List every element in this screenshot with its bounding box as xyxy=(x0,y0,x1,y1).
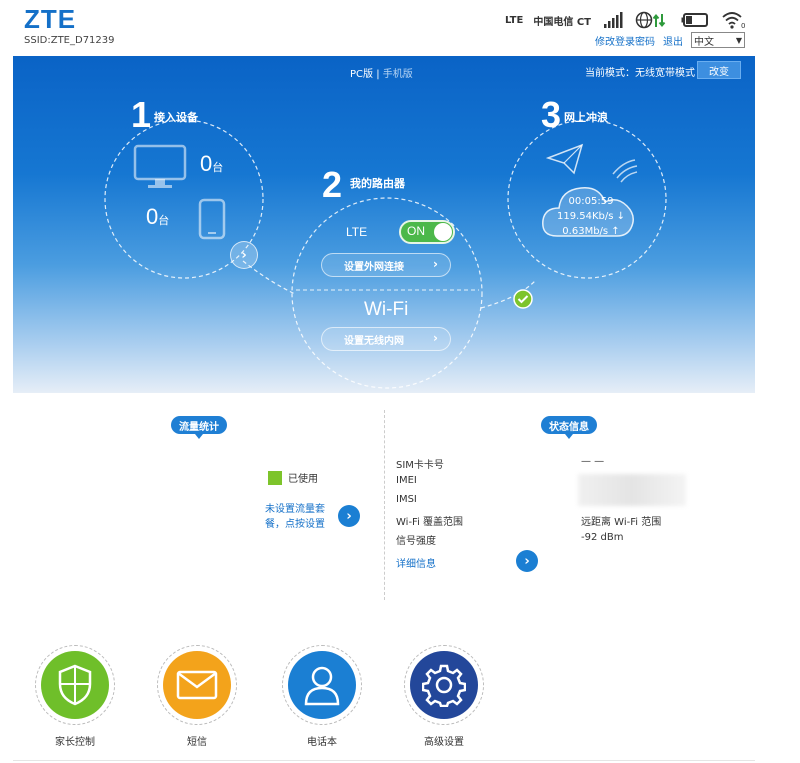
change-mode-button[interactable]: 改变 xyxy=(697,61,741,79)
mobile-view-link[interactable]: 手机版 xyxy=(383,69,413,80)
step2-number: 2 xyxy=(322,164,343,205)
set-data-plan-link[interactable]: 未设置流量套餐，点按设置 xyxy=(265,502,337,532)
language-value: 中文 xyxy=(694,36,714,48)
advanced-settings-label: 高级设置 xyxy=(424,737,464,748)
app-ring xyxy=(282,645,362,725)
chevron-right-icon: › xyxy=(433,331,438,345)
used-legend: 已使用 xyxy=(268,470,318,485)
status-bar: LTE 中国电信 CT 0 xyxy=(505,10,747,30)
app-circle xyxy=(410,651,478,719)
wlan-settings-label: 设置无线内网 xyxy=(344,335,404,347)
advanced-settings-app[interactable]: 高级设置 xyxy=(404,645,484,748)
sms-label: 短信 xyxy=(187,737,207,748)
lte-toggle[interactable]: ON xyxy=(399,220,455,244)
sim-value: — — xyxy=(581,456,605,467)
wan-settings-button[interactable]: 设置外网连接 › xyxy=(321,253,451,277)
app-ring xyxy=(35,645,115,725)
view-switch: PC版 | 手机版 xyxy=(350,65,413,80)
page: ZTE SSID:ZTE_D71239 LTE 中国电信 CT 0 修改登录密码… xyxy=(0,0,800,763)
app-circle xyxy=(163,651,231,719)
connected-check-icon xyxy=(513,289,533,313)
hero-panel: PC版 | 手机版 当前模式：无线宽带模式 改变 1 接入设备 0台 0台 › … xyxy=(13,56,755,393)
phone-device-count: 0台 xyxy=(146,204,170,229)
app-circle xyxy=(41,651,109,719)
signal-strength-value: -92 dBm xyxy=(581,532,624,543)
logout-link[interactable]: 退出 xyxy=(663,33,683,48)
lte-label: LTE xyxy=(346,225,368,239)
traffic-stats-badge: 流量统计 xyxy=(171,416,227,439)
header-links: 修改登录密码 退出 中文 ▼ xyxy=(595,32,745,48)
globe-data-icon xyxy=(635,11,667,29)
chevron-right-icon: › xyxy=(524,553,530,569)
wifi-title: Wi-Fi xyxy=(364,299,409,320)
app-ring xyxy=(157,645,237,725)
wifi-icon: 0 xyxy=(721,11,747,29)
svg-text:0: 0 xyxy=(741,22,745,29)
mode-label: 当前模式： xyxy=(585,68,635,79)
devices-arrow-button[interactable]: › xyxy=(230,241,258,269)
signal-icon xyxy=(603,11,623,29)
gear-icon xyxy=(422,664,466,707)
toggle-on-text: ON xyxy=(407,224,425,238)
set-data-plan-button[interactable]: › xyxy=(338,505,360,527)
chevron-down-icon: ▼ xyxy=(735,35,742,45)
connection-duration: 00:05:59 xyxy=(568,196,614,207)
step1-number: 1 xyxy=(131,94,152,135)
change-password-link[interactable]: 修改登录密码 xyxy=(595,33,655,48)
step1-label: 接入设备 xyxy=(154,111,198,124)
shield-icon xyxy=(58,664,92,706)
zte-logo: ZTE xyxy=(24,4,77,34)
view-separator: | xyxy=(376,69,380,80)
phonebook-label: 电话本 xyxy=(307,737,337,748)
contact-icon xyxy=(304,666,340,706)
language-select[interactable]: 中文 ▼ xyxy=(691,32,745,48)
imei-label: IMEI xyxy=(396,475,417,486)
wifi-range-label: Wi-Fi 覆盖范围 xyxy=(396,517,464,528)
current-mode: 当前模式：无线宽带模式 xyxy=(585,64,695,79)
used-color-swatch xyxy=(268,470,282,485)
mode-value: 无线宽带模式 xyxy=(635,68,695,79)
wifi-range-value: 远距离 Wi-Fi 范围 xyxy=(581,517,662,528)
redacted-ids xyxy=(578,474,686,506)
sim-label: SIM卡卡号 xyxy=(396,460,444,471)
used-label: 已使用 xyxy=(288,474,318,485)
app-circle xyxy=(288,651,356,719)
details-link[interactable]: 详细信息 xyxy=(396,555,436,570)
footer-divider xyxy=(13,760,755,761)
upload-speed: 0.63Mb/s ↑ xyxy=(562,226,620,237)
step3-number: 3 xyxy=(541,94,562,135)
monitor-icon xyxy=(133,144,189,194)
parental-control-label: 家长控制 xyxy=(55,737,95,748)
carrier-name: 中国电信 CT xyxy=(533,16,591,28)
details-button[interactable]: › xyxy=(516,550,538,572)
section-divider xyxy=(384,410,385,600)
chevron-right-icon: › xyxy=(433,257,438,271)
phonebook-app[interactable]: 电话本 xyxy=(282,645,362,748)
toggle-knob xyxy=(434,223,452,241)
download-speed: 119.54Kb/s ↓ xyxy=(556,211,626,222)
parental-control-app[interactable]: 家长控制 xyxy=(35,645,115,748)
step2-label: 我的路由器 xyxy=(350,177,405,190)
header: ZTE SSID:ZTE_D71239 LTE 中国电信 CT 0 修改登录密码… xyxy=(13,0,755,56)
phone-icon xyxy=(198,198,226,244)
wan-settings-label: 设置外网连接 xyxy=(344,261,404,273)
imsi-label: IMSI xyxy=(396,494,417,505)
network-type: LTE xyxy=(504,14,524,26)
battery-icon xyxy=(681,12,709,28)
status-info-badge: 状态信息 xyxy=(541,416,597,439)
signal-strength-label: 信号强度 xyxy=(396,536,436,547)
wlan-settings-button[interactable]: 设置无线内网 › xyxy=(321,327,451,351)
pc-device-count: 0台 xyxy=(200,151,224,176)
step3-label: 网上冲浪 xyxy=(564,111,608,124)
chevron-right-icon: › xyxy=(241,247,247,263)
sms-app[interactable]: 短信 xyxy=(157,645,237,748)
chevron-right-icon: › xyxy=(346,508,352,524)
ssid-label: SSID:ZTE_D71239 xyxy=(24,35,115,46)
app-ring xyxy=(404,645,484,725)
pc-view-link[interactable]: PC版 xyxy=(350,69,373,80)
envelope-icon xyxy=(176,670,218,700)
